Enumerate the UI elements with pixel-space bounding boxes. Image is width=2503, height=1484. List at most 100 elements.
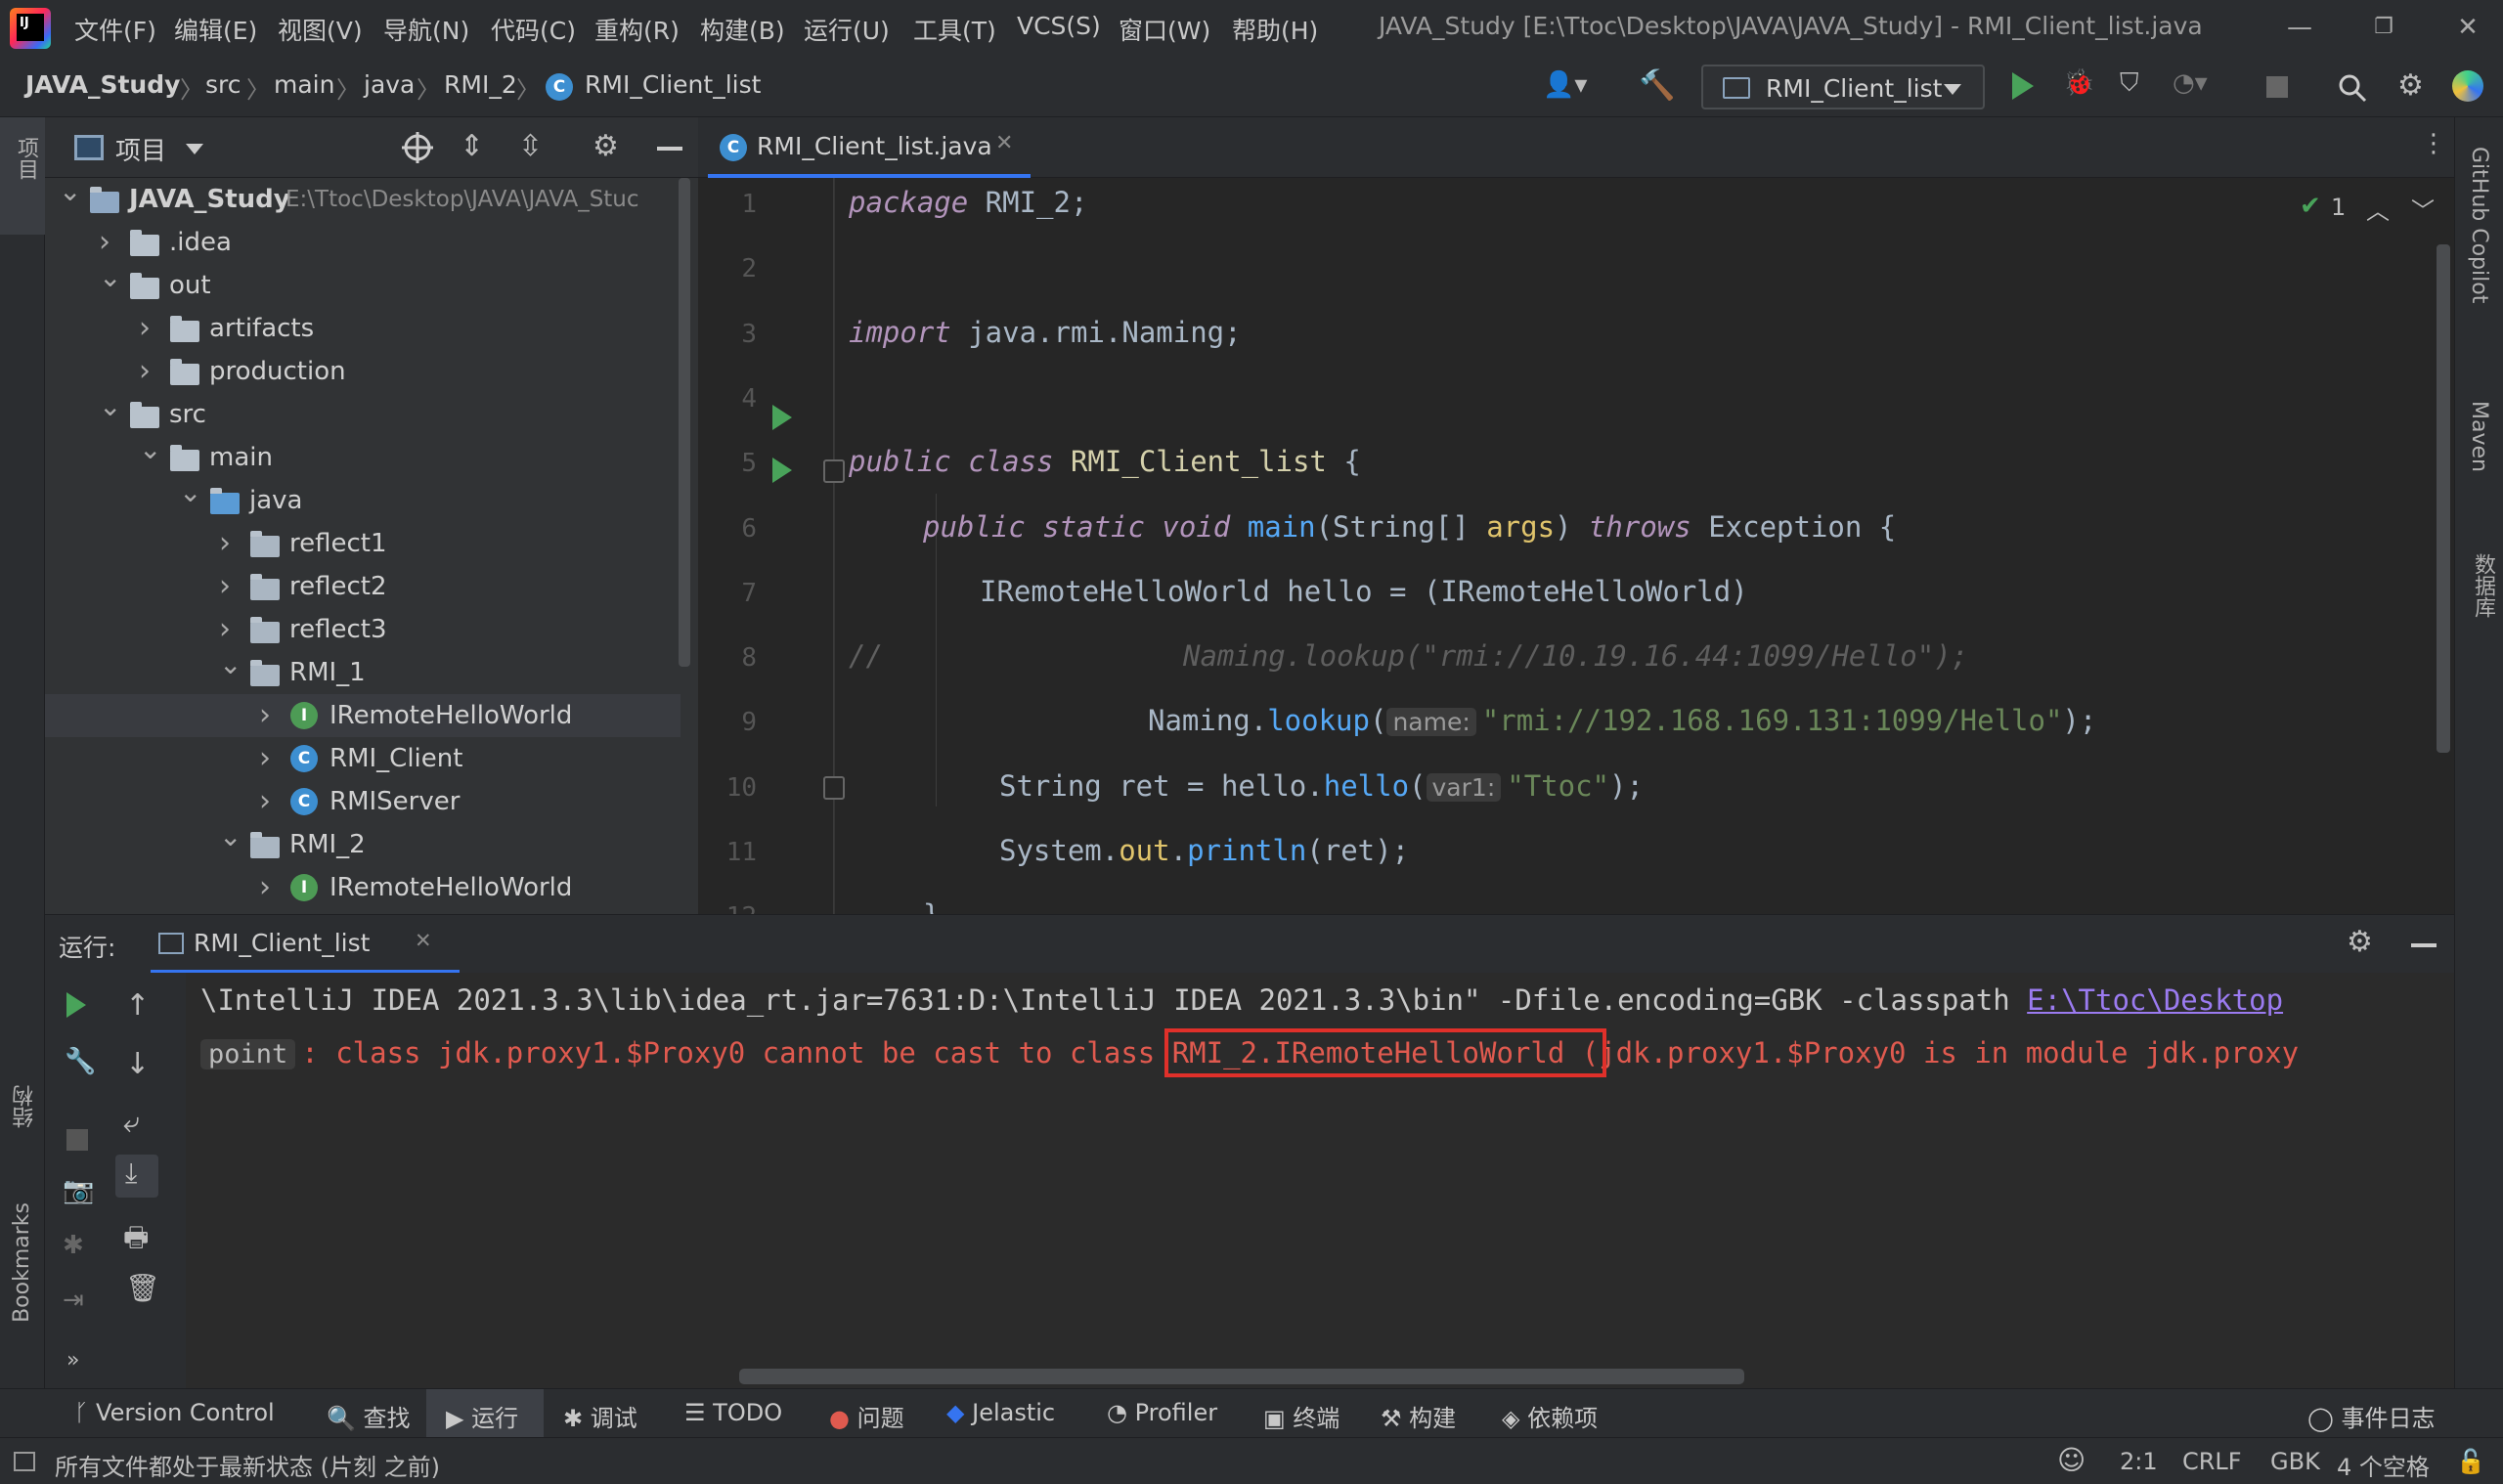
structure-tool-button[interactable]: 结构 xyxy=(10,1085,41,1128)
project-tool-button[interactable]: 项目 xyxy=(0,117,45,235)
debug-bug-icon[interactable]: ✱ xyxy=(63,1231,84,1260)
tree-item[interactable]: ⌄ RMI_1 xyxy=(45,648,681,694)
github-copilot-tool-button[interactable]: GitHub Copilot xyxy=(2467,147,2491,303)
options-gear-icon[interactable]: ⚙ xyxy=(593,129,619,163)
search-icon[interactable] xyxy=(2337,72,2368,104)
tool-terminal[interactable]: ▣ 终端 xyxy=(1263,1399,1339,1433)
collapse-all-icon[interactable]: ⇳ xyxy=(518,129,543,163)
breadcrumb-java[interactable]: java xyxy=(364,70,415,99)
soft-wrap-icon[interactable]: ⤶ xyxy=(123,1106,140,1140)
unlock-icon[interactable]: 🔓 xyxy=(2456,1448,2485,1475)
chevron-down-icon[interactable]: ⌄ xyxy=(59,178,81,213)
exit-icon[interactable]: ⇥ xyxy=(63,1286,84,1315)
chevron-right-icon[interactable]: › xyxy=(259,737,271,780)
tree-item[interactable]: › reflect3 xyxy=(45,608,681,651)
tool-problems[interactable]: ● 问题 xyxy=(829,1399,904,1433)
tree-item[interactable]: › I IRemoteHelloWorld xyxy=(45,866,681,909)
editor-tab-active[interactable]: C RMI_Client_list.java ✕ xyxy=(708,117,1031,178)
close-tab-icon[interactable]: ✕ xyxy=(995,131,1013,155)
chevron-up-icon[interactable]: ︿ xyxy=(2366,192,2390,226)
chevron-down-icon[interactable] xyxy=(186,144,203,154)
close-window-button[interactable]: ✕ xyxy=(2438,4,2497,51)
project-panel-title[interactable]: 项目 xyxy=(115,131,166,167)
tree-item[interactable]: › artifacts xyxy=(45,307,681,350)
menu-code[interactable]: 代码(C) xyxy=(491,12,576,47)
menu-vcs[interactable]: VCS(S) xyxy=(1017,12,1101,40)
minimize-button[interactable]: — xyxy=(2270,4,2329,51)
chevron-right-icon[interactable]: › xyxy=(259,866,271,909)
fold-marker-icon[interactable] xyxy=(823,459,845,483)
chevron-down-icon[interactable]: ⌄ xyxy=(139,428,161,471)
tool-todo[interactable]: ☰ TODO xyxy=(684,1399,782,1426)
copilot-status-icon[interactable]: ☺ xyxy=(2057,1444,2086,1476)
tool-jelastic[interactable]: ◆ Jelastic xyxy=(946,1399,1055,1426)
run-tab-active[interactable]: RMI_Client_list ✕ xyxy=(151,915,460,974)
stop-icon[interactable] xyxy=(66,1129,88,1151)
menu-help[interactable]: 帮助(H) xyxy=(1232,12,1318,47)
tree-item[interactable]: › production xyxy=(45,350,681,393)
stop-icon[interactable] xyxy=(2266,76,2288,98)
tool-find[interactable]: 🔍 查找 xyxy=(327,1399,411,1433)
tool-run-active[interactable]: ▶ 运行 xyxy=(426,1389,544,1438)
chevron-down-icon[interactable]: ⌄ xyxy=(179,471,201,514)
profile-icon[interactable]: ◔▾ xyxy=(2173,68,2208,98)
restore-button[interactable]: ❐ xyxy=(2354,4,2413,51)
print-icon[interactable]: 🖶 xyxy=(123,1217,149,1264)
breadcrumb-main[interactable]: main xyxy=(274,70,334,99)
chevron-down-icon[interactable]: ⌄ xyxy=(99,385,121,428)
tree-item[interactable]: ⌄ out xyxy=(45,261,681,307)
tree-scrollbar[interactable] xyxy=(679,178,690,667)
run-settings-gear-icon[interactable]: ⚙ xyxy=(2347,925,2373,959)
scroll-to-end-button[interactable]: ⤓ xyxy=(115,1155,158,1198)
chevron-right-icon[interactable]: › xyxy=(259,780,271,823)
bookmarks-tool-button[interactable]: Bookmarks xyxy=(10,1202,34,1323)
coverage-icon[interactable]: ⛉ xyxy=(2120,68,2139,99)
tree-item[interactable]: ⌄ main xyxy=(45,433,681,479)
arrow-up-icon[interactable]: ↑ xyxy=(125,988,150,1023)
close-tab-icon[interactable]: ✕ xyxy=(415,929,432,952)
arrow-down-icon[interactable]: ↓ xyxy=(125,1047,150,1081)
menu-window[interactable]: 窗口(W) xyxy=(1119,12,1210,47)
caret-position[interactable]: 2:1 xyxy=(2120,1448,2158,1475)
run-class-gutter-icon[interactable] xyxy=(772,405,792,430)
menu-tools[interactable]: 工具(T) xyxy=(913,12,996,47)
chevron-right-icon[interactable]: › xyxy=(219,522,231,565)
maven-tool-button[interactable]: Maven xyxy=(2467,401,2491,472)
tool-debug[interactable]: ✱ 调试 xyxy=(563,1399,637,1433)
tool-version-control[interactable]: ᚴ Version Control xyxy=(74,1399,275,1426)
chevron-right-icon[interactable]: › xyxy=(139,307,151,350)
fold-marker-icon[interactable] xyxy=(823,776,845,800)
run-config-selector[interactable]: RMI_Client_list xyxy=(1701,65,1985,109)
menu-build[interactable]: 构建(B) xyxy=(700,12,785,47)
chevron-right-icon[interactable]: › xyxy=(139,350,151,393)
breadcrumb-src[interactable]: src xyxy=(205,70,242,99)
tree-item[interactable]: ⌄ RMI_2 xyxy=(45,820,681,866)
tool-event-log[interactable]: ◯ 事件日志 xyxy=(2307,1399,2436,1433)
debug-icon[interactable]: 🐞 xyxy=(2063,68,2094,98)
indent-setting[interactable]: 4 个空格 xyxy=(2337,1448,2430,1482)
build-hammer-icon[interactable]: 🔨 xyxy=(1639,68,1675,103)
jetbrains-ai-icon[interactable] xyxy=(2452,70,2483,102)
tree-item[interactable]: › reflect1 xyxy=(45,522,681,565)
more-options-icon[interactable]: ⋮ xyxy=(2421,129,2446,158)
classpath-link[interactable]: E:\Ttoc\Desktop xyxy=(2027,983,2283,1017)
console-hscrollbar[interactable] xyxy=(739,1369,1744,1384)
chevron-down-icon[interactable]: ⌄ xyxy=(219,643,242,686)
console-output[interactable] xyxy=(186,973,2454,1388)
tree-item[interactable]: › C RMI_Client xyxy=(45,737,681,780)
code-editor[interactable] xyxy=(698,178,2454,914)
run-main-gutter-icon[interactable] xyxy=(772,458,792,483)
menu-file[interactable]: 文件(F) xyxy=(74,12,156,47)
inspection-ok-icon[interactable]: ✔ xyxy=(2300,192,2321,221)
menu-edit[interactable]: 编辑(E) xyxy=(174,12,257,47)
settings-gear-icon[interactable]: ⚙ xyxy=(2397,68,2424,103)
tree-item[interactable]: › I IRemoteHelloWorld xyxy=(45,694,681,737)
expand-all-icon[interactable]: ⇕ xyxy=(460,129,484,163)
trash-icon[interactable]: 🗑 xyxy=(125,1272,160,1304)
run-icon[interactable] xyxy=(2012,72,2034,100)
toggle-tool-windows-icon[interactable] xyxy=(14,1452,35,1471)
breadcrumb-project[interactable]: JAVA_Study xyxy=(25,70,180,99)
camera-dump-icon[interactable]: 📷 xyxy=(63,1176,94,1205)
tool-profiler[interactable]: ◔ Profiler xyxy=(1107,1399,1217,1426)
breadcrumb-class[interactable]: RMI_Client_list xyxy=(585,70,761,99)
